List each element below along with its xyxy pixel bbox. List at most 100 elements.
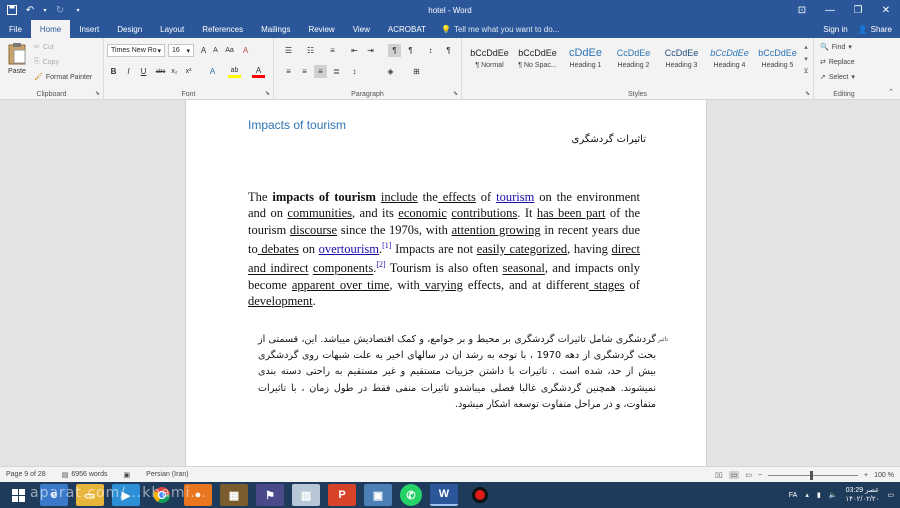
share-button[interactable]: 👤 Share — [858, 25, 892, 34]
paste-button[interactable]: Paste — [4, 42, 30, 75]
more-styles-icon[interactable]: ⊻ — [801, 66, 811, 78]
zoom-out-icon[interactable]: − — [758, 472, 762, 479]
network-icon[interactable]: ▮ — [817, 491, 821, 499]
change-case-button[interactable]: Aa — [223, 44, 236, 57]
borders-button[interactable]: ⊞ — [410, 65, 423, 78]
undo-dropdown-icon[interactable]: ▾ — [42, 4, 48, 16]
style-heading-2[interactable]: CcDdEe Heading 2 — [610, 44, 657, 80]
cut-button[interactable]: ✂ Cut — [34, 41, 92, 53]
powerpoint-icon[interactable]: P — [328, 484, 356, 506]
replace-button[interactable]: ⇄ Replace — [820, 56, 855, 68]
heading-english[interactable]: Impacts of tourism — [248, 118, 346, 132]
tab-mailings[interactable]: Mailings — [252, 20, 299, 38]
format-painter-button[interactable]: 🖌 Format Painter — [34, 71, 92, 83]
font-size-combo[interactable]: 16 ▾ — [168, 44, 194, 57]
find-button[interactable]: 🔍 Find ▾ — [820, 41, 855, 53]
increase-indent-button[interactable]: ⇥ — [364, 44, 377, 57]
clear-formatting-button[interactable]: A — [239, 44, 252, 57]
record-icon[interactable] — [466, 484, 494, 506]
page-count[interactable]: Page 9 of 28 — [6, 471, 46, 478]
styles-launcher-icon[interactable]: ⬊ — [805, 90, 810, 97]
zoom-level[interactable]: 100 % — [874, 472, 894, 479]
customize-qat-icon[interactable]: ▾ — [72, 4, 84, 16]
style-heading-5[interactable]: bCcDdEe Heading 5 — [754, 44, 801, 80]
justify-button[interactable]: ≣ — [330, 65, 343, 78]
sort-button[interactable]: ↕ — [424, 44, 437, 57]
font-launcher-icon[interactable]: ⬊ — [265, 90, 270, 97]
web-layout-icon[interactable]: ▭ — [745, 471, 752, 479]
show-marks-button[interactable]: ¶ — [442, 44, 455, 57]
chevron-down-icon[interactable]: ▾ — [801, 54, 811, 66]
volume-icon[interactable]: 🔈 — [829, 491, 838, 499]
highlight-button[interactable]: ab — [228, 65, 241, 78]
tab-home[interactable]: Home — [30, 20, 71, 38]
shrink-font-button[interactable]: A — [209, 44, 222, 57]
zoom-thumb[interactable] — [810, 470, 814, 480]
bold-button[interactable]: B — [107, 65, 120, 78]
shading-button[interactable]: ◈ — [384, 65, 397, 78]
rtl-button[interactable]: ¶ — [404, 44, 417, 57]
align-center-button[interactable]: ≡ — [298, 65, 311, 78]
zoom-slider[interactable] — [768, 470, 859, 480]
decrease-indent-button[interactable]: ⇤ — [348, 44, 361, 57]
word-count[interactable]: ▤ 6956 words — [62, 471, 108, 479]
hyperlink-tourism[interactable]: tourism — [496, 190, 534, 204]
word-icon[interactable]: W — [430, 484, 458, 506]
tab-file[interactable]: File — [0, 20, 31, 38]
tab-view[interactable]: View — [344, 20, 379, 38]
clipboard-launcher-icon[interactable]: ⬊ — [95, 90, 100, 97]
subscript-button[interactable]: x₂ — [168, 65, 181, 78]
tab-design[interactable]: Design — [108, 20, 151, 38]
collapse-ribbon-icon[interactable]: ⌃ — [888, 88, 894, 96]
align-left-button[interactable]: ≡ — [282, 65, 295, 78]
font-color-button[interactable]: A — [252, 65, 265, 78]
select-button[interactable]: ➚ Select ▾ — [820, 71, 855, 83]
copy-button[interactable]: ⎘ Copy — [34, 56, 92, 68]
save-icon[interactable] — [6, 4, 18, 16]
undo-icon[interactable]: ↶ — [24, 4, 36, 16]
underline-button[interactable]: U — [137, 65, 150, 78]
ltr-button[interactable]: ¶ — [388, 44, 401, 57]
line-spacing-button[interactable]: ↕ — [348, 65, 361, 78]
notifications-icon[interactable]: ▭ — [887, 491, 894, 499]
app-icon[interactable]: ▦ — [220, 484, 248, 506]
spelling-status[interactable]: ▣ — [124, 471, 131, 479]
language-tray[interactable]: FA — [789, 492, 798, 499]
footnote-ref-2[interactable]: [2] — [376, 260, 385, 269]
style-heading-4[interactable]: bCcDdEe Heading 4 — [706, 44, 753, 80]
multilevel-list-button[interactable]: ≡ — [326, 44, 339, 57]
hyperlink-overtourism[interactable]: overtourism — [319, 242, 379, 256]
clock[interactable]: 03:29 عصر ۱۴۰۲/۰۲/۲۰ — [845, 486, 879, 504]
tab-layout[interactable]: Layout — [151, 20, 193, 38]
style-normal[interactable]: bCcDdEe ¶ Normal — [466, 44, 513, 80]
paragraph-launcher-icon[interactable]: ⬊ — [453, 90, 458, 97]
tab-review[interactable]: Review — [299, 20, 343, 38]
style-heading-1[interactable]: cDdEe Heading 1 — [562, 44, 609, 80]
computer-icon[interactable]: ▣ — [364, 484, 392, 506]
sign-in-link[interactable]: Sign in — [823, 25, 847, 34]
text-effects-button[interactable]: A — [206, 65, 219, 78]
restore-button[interactable]: ❐ — [844, 0, 872, 20]
redo-icon[interactable]: ↻ — [54, 4, 66, 16]
document-page[interactable]: Impacts of tourism تاثیرات گردشگری The i… — [185, 100, 707, 466]
ribbon-display-options-button[interactable]: ⊡ — [788, 0, 816, 20]
close-button[interactable]: ✕ — [872, 0, 900, 20]
tab-references[interactable]: References — [193, 20, 252, 38]
paragraph-english[interactable]: The impacts of tourism include the effec… — [248, 189, 640, 309]
style-no-spacing[interactable]: bCcDdEe ¶ No Spac... — [514, 44, 561, 80]
language-indicator[interactable]: Persian (Iran) — [146, 471, 188, 478]
tray-chevron-icon[interactable]: ▴ — [805, 491, 809, 499]
read-mode-icon[interactable]: ▯▯ — [715, 471, 723, 479]
calculator-icon[interactable]: ▥ — [292, 484, 320, 506]
minimize-button[interactable]: — — [816, 0, 844, 20]
paragraph-persian[interactable]: تاثیر گردشگری شامل تاثیرات گردشگری بر مح… — [258, 332, 668, 413]
italic-button[interactable]: I — [122, 65, 135, 78]
strikethrough-button[interactable]: abc — [154, 65, 167, 78]
print-layout-icon[interactable]: ▭ — [728, 471, 740, 479]
style-heading-3[interactable]: CcDdEe Heading 3 — [658, 44, 705, 80]
styles-scroll[interactable]: ▴ ▾ ⊻ — [801, 42, 811, 78]
font-name-combo[interactable]: Times New Ro ▾ — [107, 44, 165, 57]
whatsapp-icon[interactable]: ✆ — [400, 484, 422, 506]
vertical-scrollbar[interactable] — [888, 100, 900, 466]
align-right-button[interactable]: ≡ — [314, 65, 327, 78]
